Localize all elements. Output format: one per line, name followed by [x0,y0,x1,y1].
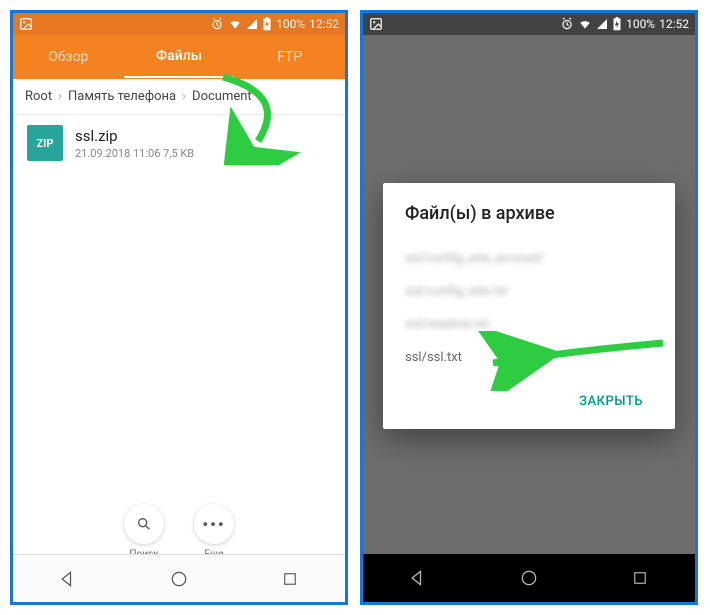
screenshot-icon [19,17,33,31]
tab-files[interactable]: Файлы [124,36,235,78]
battery-icon [612,17,622,31]
wifi-icon [578,17,592,31]
chevron-right-icon: › [56,89,64,104]
dialog-title: Файл(ы) в архиве [405,203,653,224]
crumb-folder[interactable]: Document [188,89,256,104]
tab-overview[interactable]: Обзор [13,37,124,77]
dialog-file-list: ssl/config_site_account ssl/config_site.… [405,242,653,374]
file-row[interactable]: ZIP ssl.zip 21.09.2018 11:06 7,5 KB [13,115,345,171]
crumb-root[interactable]: Root [21,89,56,104]
back-button[interactable] [55,566,81,592]
file-name: ssl.zip [75,127,331,145]
back-button[interactable] [405,565,431,591]
file-list: ZIP ssl.zip 21.09.2018 11:06 7,5 KB [13,115,345,497]
screenshot-icon [369,17,383,31]
home-button[interactable] [166,566,192,592]
status-bar: 100% 12:52 [363,13,695,35]
recent-button[interactable] [277,566,303,592]
crumb-storage[interactable]: Память телефона [64,89,180,104]
search-button[interactable]: Поиск [124,504,164,544]
tab-bar: Обзор Файлы FTP [13,35,345,79]
list-item[interactable]: ssl/config_site_account [405,242,653,275]
battery-pct: 100% [626,17,655,31]
list-item[interactable]: ssl/config_site.txt [405,275,653,308]
close-button[interactable]: ЗАКРЫТЬ [569,386,653,417]
list-item[interactable]: ssl/readme.txt [405,308,653,341]
battery-pct: 100% [276,17,305,31]
nav-bar [13,554,345,602]
wifi-icon [228,17,242,31]
list-item[interactable]: ssl/ssl.txt [405,341,653,374]
zip-icon: ZIP [27,125,63,161]
chevron-right-icon: › [180,89,188,104]
nav-bar [363,554,695,602]
signal-icon [596,18,608,30]
recent-button[interactable] [627,565,653,591]
signal-icon [246,18,258,30]
home-button[interactable] [516,565,542,591]
file-meta: 21.09.2018 11:06 7,5 KB [75,147,331,160]
alarm-icon [560,17,574,31]
tab-ftp[interactable]: FTP [234,37,345,77]
more-button[interactable]: ••• Еще [194,504,234,544]
clock: 12:52 [309,17,339,31]
alarm-icon [210,17,224,31]
archive-dialog: Файл(ы) в архиве ssl/config_site_account… [383,183,675,429]
bottom-toolbar: Поиск ••• Еще [13,494,345,554]
status-bar: 100% 12:52 [13,13,345,35]
clock: 12:52 [659,17,689,31]
battery-icon [262,17,272,31]
breadcrumb: Root › Память телефона › Document [13,79,345,115]
